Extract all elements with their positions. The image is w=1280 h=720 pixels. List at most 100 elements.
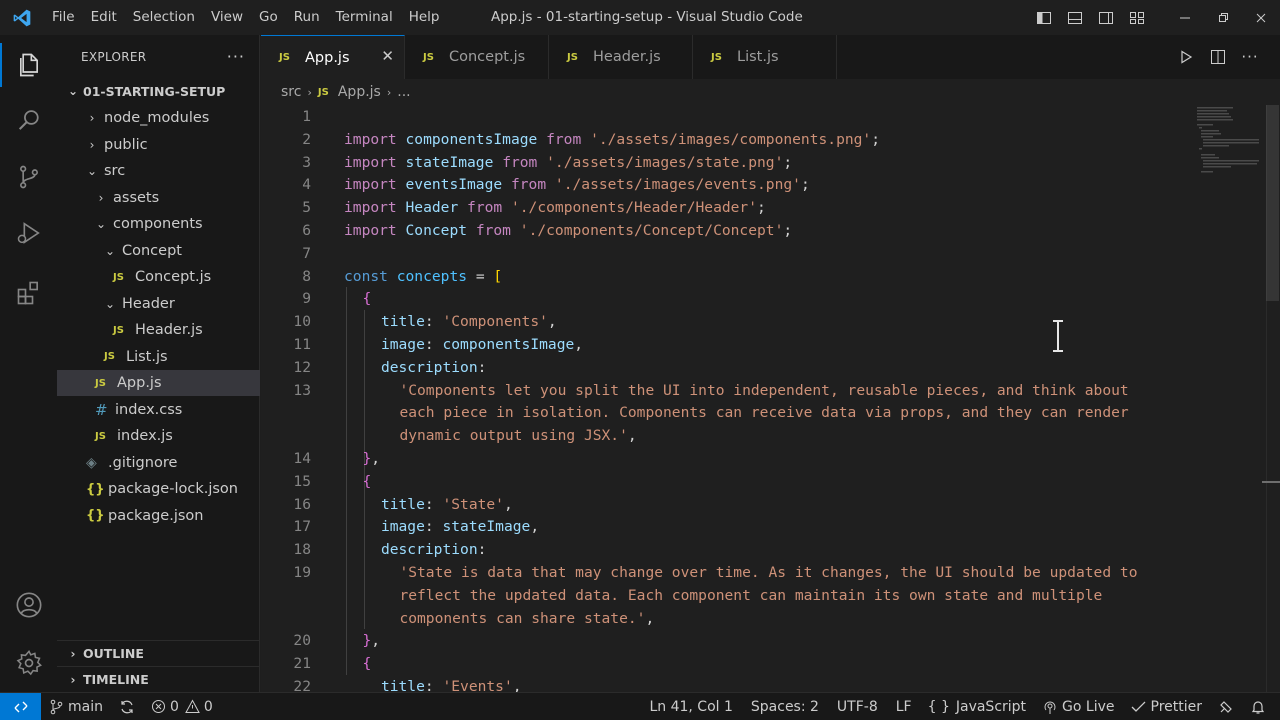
source-control-icon[interactable] bbox=[0, 151, 57, 203]
customize-layout-icon[interactable] bbox=[1121, 0, 1152, 35]
tree-item-package-json[interactable]: {} package.json bbox=[57, 503, 260, 529]
tree-item-components[interactable]: ⌄ components bbox=[57, 211, 260, 237]
menu-item-run[interactable]: Run bbox=[286, 0, 328, 35]
json-file-icon: {} bbox=[86, 508, 105, 523]
code-editor[interactable]: 1 2 import componentsImage from './assets/… bbox=[261, 105, 1280, 692]
code-token: eventsImage bbox=[405, 176, 503, 194]
code-text: components can share state.', bbox=[399, 607, 654, 630]
split-editor-icon[interactable] bbox=[1202, 35, 1234, 79]
css-file-icon: # bbox=[95, 400, 108, 419]
tree-item-node-modules[interactable]: › node_modules bbox=[57, 105, 260, 131]
menu-item-go[interactable]: Go bbox=[251, 0, 286, 35]
menu-item-view[interactable]: View bbox=[203, 0, 251, 35]
sync-icon[interactable] bbox=[111, 693, 143, 720]
scrollbar-thumb[interactable] bbox=[1266, 105, 1279, 301]
code-token: import bbox=[344, 130, 397, 148]
remote-indicator-icon[interactable] bbox=[0, 692, 41, 720]
explorer-sidebar: EXPLORER ··· ⌄ 01-STARTING-SETUP › node_m… bbox=[57, 35, 260, 692]
breadcrumb-more[interactable]: ... bbox=[397, 84, 410, 100]
tree-item-public[interactable]: › public bbox=[57, 132, 260, 158]
tree-item-app-js[interactable]: JS App.js bbox=[57, 370, 260, 396]
code-line: 22 title: 'Events', bbox=[261, 675, 1280, 692]
tree-item-package-lock-json[interactable]: {} package-lock.json bbox=[57, 476, 260, 502]
tree-item-index-css[interactable]: # index.css bbox=[57, 397, 260, 423]
code-token: from bbox=[546, 130, 582, 148]
tree-item-gitignore[interactable]: ◈ .gitignore bbox=[57, 450, 260, 476]
line-number: 8 bbox=[302, 267, 311, 285]
language-mode[interactable]: { } JavaScript bbox=[920, 693, 1034, 720]
menu-item-terminal[interactable]: Terminal bbox=[328, 0, 401, 35]
line-number: 15 bbox=[293, 472, 311, 490]
more-actions-icon[interactable]: ··· bbox=[227, 47, 245, 66]
tab-header-js[interactable]: JS Header.js bbox=[549, 35, 693, 79]
code-text: title: 'Components', bbox=[381, 310, 557, 333]
accounts-icon[interactable] bbox=[0, 579, 57, 631]
tree-item-concept[interactable]: ⌄ Concept bbox=[57, 238, 260, 264]
editor-more-actions-icon[interactable]: ··· bbox=[1234, 35, 1266, 79]
tree-item-header-js[interactable]: JS Header.js bbox=[57, 317, 260, 343]
extensions-icon[interactable] bbox=[0, 267, 57, 319]
manage-gear-icon[interactable] bbox=[0, 637, 57, 689]
minimap[interactable] bbox=[1197, 105, 1261, 185]
breadcrumb-folder[interactable]: src bbox=[281, 84, 301, 100]
menu-item-selection[interactable]: Selection bbox=[125, 0, 203, 35]
encoding[interactable]: UTF-8 bbox=[829, 693, 888, 720]
end-of-line[interactable]: LF bbox=[888, 693, 920, 720]
tree-item-label: package.json bbox=[108, 507, 204, 524]
tree-item-header[interactable]: ⌄ Header bbox=[57, 291, 260, 317]
tab-app-js[interactable]: JS App.js ✕ bbox=[261, 35, 405, 79]
branch-indicator[interactable]: main bbox=[41, 693, 111, 720]
toggle-primary-sidebar-icon[interactable] bbox=[1028, 0, 1059, 35]
tree-item-concept-js[interactable]: JS Concept.js bbox=[57, 264, 260, 290]
minimize-button[interactable] bbox=[1166, 0, 1204, 35]
search-icon[interactable] bbox=[0, 95, 57, 147]
toggle-secondary-sidebar-icon[interactable] bbox=[1090, 0, 1121, 35]
prettier-button[interactable]: Prettier bbox=[1123, 693, 1211, 720]
tree-item-assets[interactable]: › assets bbox=[57, 185, 260, 211]
tree-item-index-js[interactable]: JS index.js bbox=[57, 423, 260, 449]
code-line: 19 'State is data that may change over ti… bbox=[261, 561, 1280, 584]
code-token: [ bbox=[493, 267, 503, 285]
code-token: ; bbox=[871, 130, 881, 148]
tree-item-src[interactable]: ⌄ src bbox=[57, 158, 260, 184]
code-text: }, bbox=[362, 629, 380, 652]
close-window-button[interactable] bbox=[1242, 0, 1280, 35]
code-line: 4 import eventsImage from './assets/image… bbox=[261, 173, 1280, 196]
vertical-scrollbar[interactable] bbox=[1266, 105, 1280, 692]
tree-item-label: .gitignore bbox=[108, 454, 178, 471]
cursor-position[interactable]: Ln 41, Col 1 bbox=[641, 693, 742, 720]
tab-list-js[interactable]: JS List.js bbox=[693, 35, 837, 79]
workspace-folder[interactable]: ⌄ 01-STARTING-SETUP bbox=[57, 79, 260, 103]
feedback-icon[interactable] bbox=[1210, 693, 1242, 720]
problems-indicator[interactable]: 0 0 bbox=[143, 693, 221, 720]
outline-section[interactable]: › OUTLINE bbox=[57, 640, 260, 666]
timeline-section[interactable]: › TIMELINE bbox=[57, 666, 260, 692]
code-line: 8 const concepts = [ bbox=[261, 265, 1280, 288]
breadcrumb-file[interactable]: App.js bbox=[338, 84, 381, 100]
close-tab-icon[interactable]: ✕ bbox=[381, 47, 394, 65]
code-text: 'State is data that may change over time… bbox=[399, 561, 1137, 584]
menu-item-help[interactable]: Help bbox=[401, 0, 448, 35]
explorer-icon[interactable] bbox=[0, 39, 57, 91]
run-icon[interactable] bbox=[1170, 35, 1202, 79]
run-and-debug-icon[interactable] bbox=[0, 207, 57, 259]
code-line: each piece in isolation. Components can … bbox=[261, 401, 1280, 424]
json-file-icon: {} bbox=[86, 481, 105, 497]
check-double-icon bbox=[1131, 701, 1145, 712]
code-token: ; bbox=[783, 153, 793, 171]
indentation[interactable]: Spaces: 2 bbox=[743, 693, 829, 720]
tree-item-list-js[interactable]: JS List.js bbox=[57, 344, 260, 370]
restore-button[interactable] bbox=[1204, 0, 1242, 35]
tab-concept-js[interactable]: JS Concept.js bbox=[405, 35, 549, 79]
menu-item-edit[interactable]: Edit bbox=[83, 0, 125, 35]
notifications-bell-icon[interactable] bbox=[1242, 693, 1280, 720]
code-line: 14}, bbox=[261, 447, 1280, 470]
line-number: 5 bbox=[302, 199, 311, 217]
go-live-button[interactable]: Go Live bbox=[1034, 693, 1122, 720]
toggle-panel-icon[interactable] bbox=[1059, 0, 1090, 35]
chevron-down-icon: ⌄ bbox=[104, 243, 116, 258]
js-file-icon: JS bbox=[104, 351, 115, 362]
menu-item-file[interactable]: File bbox=[44, 0, 83, 35]
code-token: 'State is data that may change over time… bbox=[399, 564, 1138, 581]
